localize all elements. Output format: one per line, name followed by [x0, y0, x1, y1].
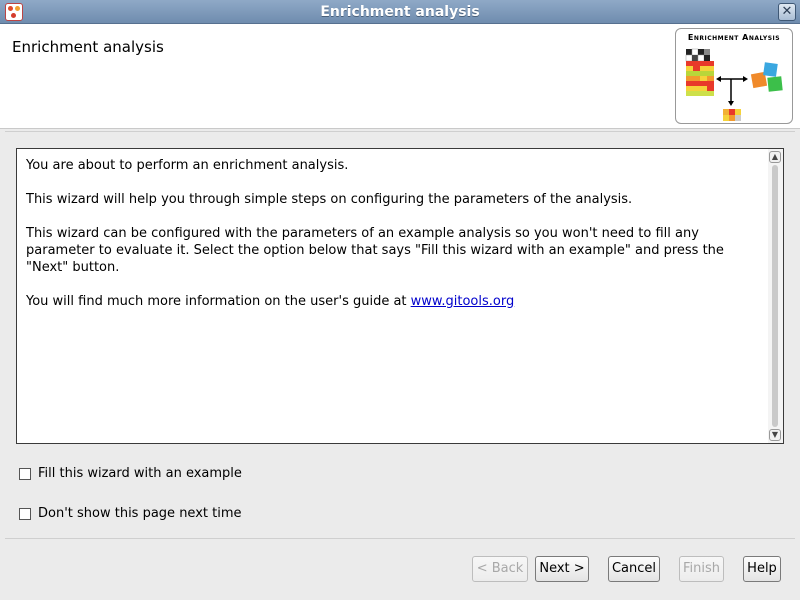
dont-show-option[interactable]: Don't show this page next time — [19, 506, 242, 521]
chevron-up-icon: ▲ — [771, 152, 779, 161]
fill-example-label[interactable]: Fill this wizard with an example — [38, 466, 242, 481]
cancel-button[interactable]: Cancel — [608, 556, 660, 582]
enrichment-diagram-icon — [685, 48, 783, 121]
close-button[interactable]: ✕ — [778, 3, 796, 21]
description-pane[interactable]: You are about to perform an enrichment a… — [16, 148, 784, 444]
example-paragraph: This wizard can be configured with the p… — [26, 226, 724, 275]
fill-example-checkbox[interactable] — [19, 467, 31, 480]
help-button[interactable]: Help — [743, 556, 781, 582]
next-button[interactable]: Next > — [535, 556, 589, 582]
window-title: Enrichment analysis — [320, 4, 480, 20]
guide-text: You will find much more information on t… — [26, 294, 411, 309]
enrichment-logo: Enrichment Analysis — [675, 28, 793, 124]
dont-show-checkbox[interactable] — [19, 507, 31, 520]
guide-paragraph: You will find much more information on t… — [26, 293, 766, 310]
scroll-thumb[interactable] — [772, 165, 778, 427]
gitools-link[interactable]: www.gitools.org — [411, 294, 515, 309]
wizard-header: Enrichment analysis Enrichment Analysis — [0, 24, 800, 128]
scroll-down-button[interactable]: ▼ — [769, 429, 781, 441]
vertical-scrollbar[interactable]: ▲ ▼ — [768, 149, 783, 443]
intro-paragraph: You are about to perform an enrichment a… — [26, 158, 349, 173]
steps-paragraph: This wizard will help you through simple… — [26, 192, 633, 207]
title-bar[interactable]: Enrichment analysis ✕ — [0, 0, 800, 24]
wizard-body: You are about to perform an enrichment a… — [0, 128, 800, 600]
description-text: You are about to perform an enrichment a… — [26, 157, 766, 327]
scroll-up-button[interactable]: ▲ — [769, 151, 781, 163]
fill-example-option[interactable]: Fill this wizard with an example — [19, 466, 242, 481]
close-icon: ✕ — [781, 4, 793, 19]
dont-show-label[interactable]: Don't show this page next time — [38, 506, 242, 521]
finish-button[interactable]: Finish — [679, 556, 724, 582]
logo-text: Enrichment Analysis — [687, 33, 781, 42]
page-title: Enrichment analysis — [12, 38, 164, 56]
back-button[interactable]: < Back — [472, 556, 528, 582]
bottom-separator — [5, 538, 795, 539]
top-separator — [5, 131, 795, 132]
chevron-down-icon: ▼ — [771, 430, 779, 439]
